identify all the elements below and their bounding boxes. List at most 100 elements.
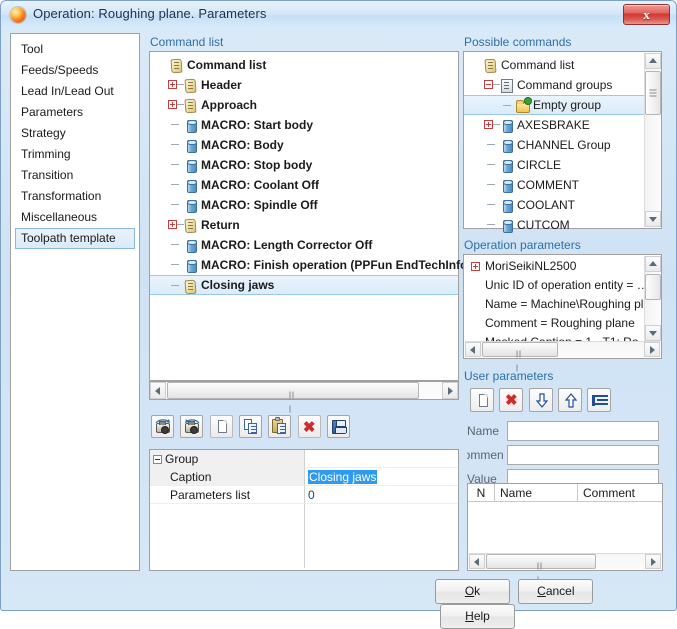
category-sidebar[interactable]: Tool Feeds/Speeds Lead In/Lead Out Paramete… <box>10 33 140 571</box>
tree-item[interactable]: Command list <box>464 55 645 75</box>
tree-item[interactable]: CUTCOM <box>464 215 645 235</box>
sidebar-item-miscellaneous[interactable]: Miscellaneous <box>15 207 135 228</box>
scroll-left-button[interactable] <box>465 342 481 357</box>
possible-commands-label: Possible commands <box>464 35 572 49</box>
paste-button[interactable] <box>268 415 292 438</box>
list-button[interactable] <box>587 388 612 412</box>
vscroll-thumb[interactable] <box>645 274 661 300</box>
grid-column-header[interactable]: N <box>468 484 495 501</box>
expand-plus-icon[interactable] <box>166 95 184 115</box>
move-down-button[interactable] <box>528 388 553 412</box>
close-icon: x <box>643 6 650 22</box>
scroll-right-button[interactable] <box>442 382 458 399</box>
scroll-right-button[interactable] <box>645 554 661 569</box>
hscroll-thumb[interactable] <box>482 342 558 371</box>
collapse-minus-icon[interactable] <box>482 75 500 95</box>
tree-item[interactable]: MACRO: Stop body <box>150 155 458 175</box>
scroll-left-button[interactable] <box>469 554 485 569</box>
operation-parameter-row[interactable]: MoriSeikiNL2500 <box>464 257 645 276</box>
close-button[interactable]: x <box>623 4 670 25</box>
sidebar-item-tool[interactable]: Tool <box>15 39 135 60</box>
move-up-button[interactable] <box>558 388 583 412</box>
operation-parameters-hscrollbar[interactable] <box>465 341 660 371</box>
user-parameters-toolbar[interactable]: ✖ <box>470 388 613 412</box>
expand-plus-icon[interactable] <box>469 257 485 276</box>
copy-button[interactable] <box>239 415 263 438</box>
tree-item[interactable]: CIRCLE <box>464 155 645 175</box>
tree-item[interactable]: MACRO: Finish operation (PPFun EndTechIn… <box>150 255 471 275</box>
sidebar-item-transformation[interactable]: Transformation <box>15 186 135 207</box>
tree-item[interactable]: Closing jaws <box>150 275 458 295</box>
tree-item[interactable]: MACRO: Length Corrector Off <box>150 235 458 255</box>
hscroll-thumb[interactable] <box>167 382 419 412</box>
expand-plus-icon[interactable] <box>482 115 500 135</box>
possible-commands-vscrollbar[interactable] <box>644 53 661 227</box>
new-param-button[interactable] <box>470 388 494 412</box>
new-button[interactable] <box>209 415 233 438</box>
operation-parameters-list[interactable]: MoriSeikiNL2500 Unic ID of operation enti… <box>463 254 662 371</box>
scroll-up-button[interactable] <box>645 256 661 272</box>
sidebar-item-trimming[interactable]: Trimming <box>15 144 135 165</box>
tree-item[interactable]: CHANNEL Group <box>464 135 645 155</box>
property-value[interactable]: 0 <box>308 488 315 502</box>
tree-item[interactable]: AXESBRAKE <box>464 115 645 135</box>
tree-item[interactable]: MACRO: Coolant Off <box>150 175 458 195</box>
scroll-down-button[interactable] <box>645 325 661 341</box>
sidebar-item-transition[interactable]: Transition <box>15 165 135 186</box>
command-list-hscrollbar[interactable] <box>149 381 459 412</box>
collapse-icon[interactable] <box>153 455 162 465</box>
tree-item[interactable]: Command list <box>150 55 458 75</box>
tree-item[interactable]: MACRO: Body <box>150 135 458 155</box>
tree-item[interactable]: Command groups <box>464 75 645 95</box>
scroll-down-button[interactable] <box>645 211 661 227</box>
hscroll-thumb[interactable] <box>486 554 596 583</box>
property-category-row[interactable]: Group <box>150 450 458 468</box>
command-list-tree[interactable]: Command list Header Approach MACRO: Start b… <box>149 51 471 381</box>
grid-column-header[interactable]: Name <box>495 484 578 501</box>
cancel-button[interactable]: Cancel <box>518 579 594 604</box>
scroll-left-button[interactable] <box>150 382 166 399</box>
tree-item[interactable]: COMMENT <box>464 175 645 195</box>
ok-rest: k <box>474 584 481 598</box>
group-property-grid[interactable]: Group Caption Closing jaws Parameters list… <box>149 449 459 571</box>
sidebar-item-strategy[interactable]: Strategy <box>15 123 135 144</box>
user-parameters-grid-body[interactable] <box>468 502 662 552</box>
operation-parameter-row[interactable]: Unic ID of operation entity = … <box>464 276 645 295</box>
tree-item[interactable]: Return <box>150 215 458 235</box>
delete-button[interactable]: ✖ <box>297 415 321 438</box>
scroll-up-button[interactable] <box>645 53 661 69</box>
scroll-right-button[interactable] <box>644 342 660 357</box>
tree-item[interactable]: COOLANT <box>464 195 645 215</box>
sidebar-item-lead-in-lead-out[interactable]: Lead In/Lead Out <box>15 81 135 102</box>
snapshot-save-button[interactable] <box>180 415 204 438</box>
user-parameter-name-input[interactable] <box>508 422 658 440</box>
possible-commands-tree[interactable]: Command list Command groups Empty group AXE… <box>463 51 662 233</box>
property-value[interactable]: Closing jaws <box>308 470 378 484</box>
sidebar-item-toolpath-template[interactable]: Toolpath template <box>15 228 135 249</box>
operation-parameters-vscrollbar[interactable] <box>644 256 661 341</box>
property-row[interactable]: Caption Closing jaws <box>150 468 458 486</box>
sidebar-item-parameters[interactable]: Parameters <box>15 102 135 123</box>
user-parameters-grid[interactable]: N Name Comment <box>467 483 663 583</box>
user-parameters-hscrollbar[interactable] <box>469 553 661 583</box>
tree-item[interactable]: Header <box>150 75 458 95</box>
help-button[interactable]: Help <box>440 604 515 629</box>
delete-param-button[interactable]: ✖ <box>499 388 524 412</box>
snapshot-load-button[interactable] <box>151 415 174 438</box>
sidebar-item-feeds-speeds[interactable]: Feeds/Speeds <box>15 60 135 81</box>
operation-parameter-row[interactable]: Name = Machine\Roughing pl… <box>464 295 645 314</box>
ok-button[interactable]: Ok <box>435 579 510 604</box>
tree-item[interactable]: MACRO: Start body <box>150 115 458 135</box>
tree-item[interactable]: Empty group <box>464 95 645 115</box>
save-button[interactable] <box>327 415 351 438</box>
tree-item[interactable]: MACRO: Spindle Off <box>150 195 458 215</box>
vscroll-thumb[interactable] <box>645 71 661 115</box>
expand-plus-icon[interactable] <box>166 215 184 235</box>
tree-item[interactable]: Approach <box>150 95 458 115</box>
operation-parameter-row[interactable]: Comment = Roughing plane <box>464 314 645 333</box>
property-row[interactable]: Parameters list 0 <box>150 486 458 504</box>
command-list-toolbar[interactable]: ✖ <box>151 415 353 438</box>
expand-plus-icon[interactable] <box>166 75 184 95</box>
grid-column-header[interactable]: Comment <box>578 484 662 501</box>
user-parameter-comment-input[interactable] <box>508 446 658 464</box>
